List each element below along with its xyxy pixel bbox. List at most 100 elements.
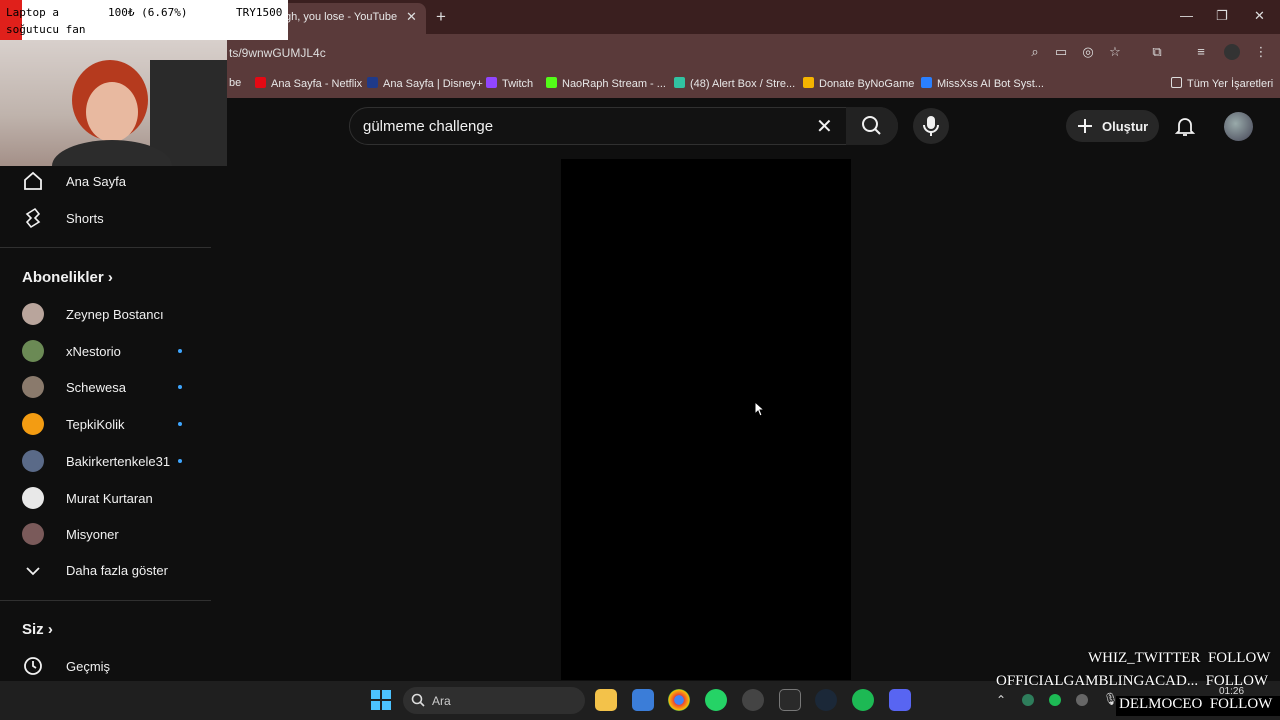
new-content-dot — [178, 349, 182, 353]
channel-avatar — [22, 376, 44, 398]
zoom-icon[interactable]: ⌕ — [1027, 44, 1043, 60]
bookmark-star-icon[interactable]: ☆ — [1107, 44, 1123, 60]
sidebar-history-label: Geçmiş — [66, 659, 111, 674]
voice-search-button[interactable] — [913, 108, 949, 144]
bot-icon — [921, 77, 932, 88]
channel-avatar — [22, 303, 44, 325]
show-more-label: Daha fazla göster — [66, 563, 168, 578]
extensions-icon[interactable]: ⧉ — [1149, 44, 1165, 60]
folder-icon — [1171, 77, 1182, 88]
search-input[interactable]: gülmeme challenge — [363, 118, 493, 135]
maximize-icon[interactable]: ❐ — [1216, 8, 1228, 24]
follower-alert: DELMOCEO FOLLOW — [1119, 696, 1273, 712]
ms-store-icon[interactable] — [632, 689, 654, 711]
you-section-title[interactable]: Siz › — [22, 621, 53, 638]
subscriptions-title[interactable]: Abonelikler › — [22, 269, 113, 286]
channel-name: xNestorio — [66, 344, 121, 359]
chevron-down-icon — [26, 567, 40, 576]
sidebar-shorts-label: Shorts — [66, 211, 104, 226]
donation-amount: 100₺ (6.67%) — [108, 6, 188, 19]
plus-icon — [1078, 119, 1092, 133]
cast-icon[interactable]: ▭ — [1053, 44, 1069, 60]
steam-icon[interactable] — [815, 689, 837, 711]
new-content-dot — [178, 422, 182, 426]
discord-icon[interactable] — [889, 689, 911, 711]
donation-goal: TRY1500 — [236, 6, 283, 19]
account-avatar[interactable] — [1224, 112, 1253, 141]
new-tab-icon[interactable]: + — [436, 7, 446, 27]
bookmark-item[interactable]: be — [229, 77, 241, 89]
app-icon[interactable] — [742, 689, 764, 711]
streamlabs-icon — [674, 77, 685, 88]
bookmark-item[interactable]: Twitch — [486, 77, 533, 90]
shorts-video-player[interactable] — [561, 159, 851, 680]
notifications-bell-icon[interactable] — [1174, 115, 1196, 137]
all-bookmarks[interactable]: Tüm Yer İşaretleri — [1171, 77, 1273, 90]
channel-avatar — [22, 487, 44, 509]
follower-alert: WHIZ_TWITTER FOLLOW — [1088, 650, 1271, 666]
shorts-icon — [25, 207, 41, 229]
disney-icon — [367, 77, 378, 88]
channel-avatar — [22, 450, 44, 472]
bookmark-item[interactable]: Donate ByNoGame — [803, 77, 914, 90]
donation-subtitle: soğutucu fan — [6, 23, 86, 36]
webcam-overlay — [0, 40, 227, 166]
channel-avatar — [22, 523, 44, 545]
donation-title: Laptop a — [6, 6, 59, 19]
sidebar-divider — [0, 247, 211, 248]
bookmark-item[interactable]: NaoRaph Stream - ... — [546, 77, 666, 90]
eye-off-icon[interactable]: ◎ — [1080, 44, 1096, 60]
channel-name: Murat Kurtaran — [66, 491, 153, 506]
clear-search-icon[interactable]: ✕ — [816, 114, 833, 139]
whatsapp-icon[interactable] — [705, 689, 727, 711]
webcam-person-image — [52, 60, 227, 166]
new-content-dot — [178, 385, 182, 389]
minimize-icon[interactable]: — — [1180, 8, 1193, 23]
sidebar-home-label: Ana Sayfa — [66, 174, 126, 189]
create-label: Oluştur — [1102, 119, 1149, 134]
windows-start-icon[interactable] — [371, 690, 391, 710]
bookmark-item[interactable]: Ana Sayfa - Netflix — [255, 77, 362, 90]
chevron-right-icon: › — [47, 621, 53, 638]
media-icon[interactable]: ≡ — [1193, 44, 1209, 60]
tab-title: gh, you lose - YouTube — [285, 11, 398, 23]
tray-chevron-up-icon[interactable]: ⌃ — [996, 693, 1006, 707]
file-explorer-icon[interactable] — [595, 689, 617, 711]
profile-icon[interactable] — [1224, 44, 1240, 60]
kick-icon — [546, 77, 557, 88]
tray-spotify-icon[interactable] — [1049, 694, 1061, 706]
channel-avatar — [22, 413, 44, 435]
menu-dots-icon[interactable]: ⋮ — [1253, 44, 1269, 60]
chevron-right-icon: › — [107, 269, 113, 286]
bookmark-item[interactable]: MissXss AI Bot Syst... — [921, 77, 1044, 90]
channel-name: Misyoner — [66, 527, 119, 542]
chrome-icon[interactable] — [668, 689, 690, 711]
tray-app-icon[interactable] — [1076, 694, 1088, 706]
search-icon — [862, 116, 881, 135]
channel-name: TepkiKolik — [66, 417, 125, 432]
tray-app-icon[interactable] — [1022, 694, 1034, 706]
search-icon — [411, 693, 425, 707]
channel-name: Zeynep Bostancı — [66, 307, 164, 322]
channel-avatar — [22, 340, 44, 362]
address-bar-url[interactable]: ts/9wnwGUMJL4c — [229, 46, 326, 60]
tab-close-icon[interactable]: ✕ — [406, 9, 417, 25]
home-icon — [24, 171, 42, 190]
taskbar-search-placeholder: Ara — [432, 694, 451, 708]
mic-icon — [923, 116, 939, 136]
history-icon — [24, 657, 42, 675]
spotify-icon[interactable] — [852, 689, 874, 711]
netflix-icon — [255, 77, 266, 88]
channel-name: Schewesa — [66, 380, 126, 395]
bookmark-item[interactable]: Ana Sayfa | Disney+ — [367, 77, 483, 90]
window-close-icon[interactable]: ✕ — [1254, 8, 1265, 24]
follower-alert: OFFICIALGAMBLINGACAD... FOLLOW — [996, 673, 1269, 689]
epic-games-icon[interactable] — [779, 689, 801, 711]
sidebar-divider — [0, 600, 211, 601]
bookmark-item[interactable]: (48) Alert Box / Stre... — [674, 77, 795, 90]
channel-name: Bakirkertenkele31 — [66, 454, 171, 469]
search-button[interactable] — [846, 107, 898, 145]
taskbar-search[interactable] — [403, 687, 585, 714]
new-content-dot — [178, 459, 182, 463]
donate-icon — [803, 77, 814, 88]
